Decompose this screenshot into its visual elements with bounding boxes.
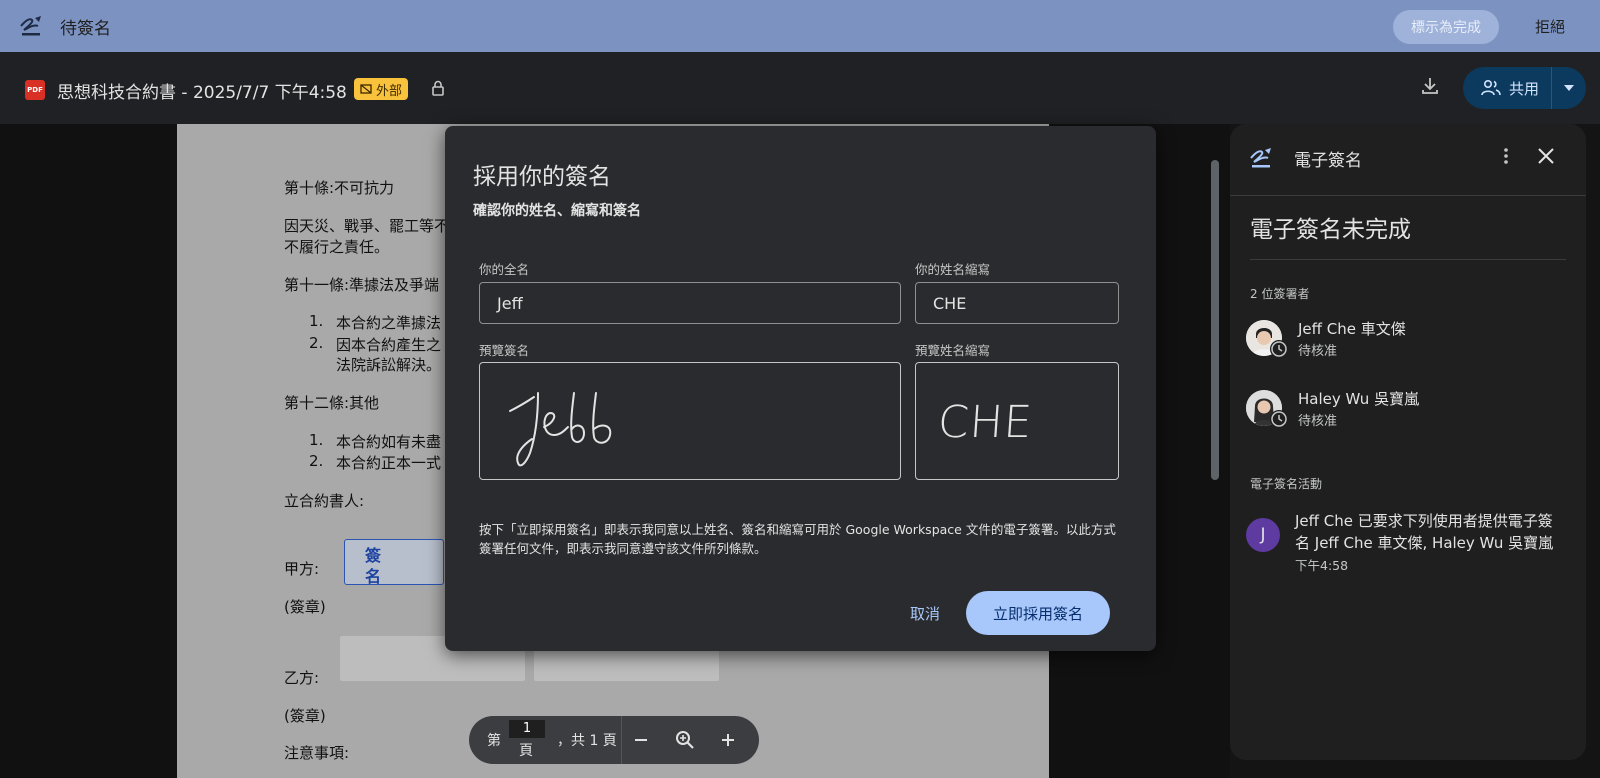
- reject-button[interactable]: 拒絕: [1535, 16, 1565, 37]
- list-number: 2.: [309, 334, 324, 352]
- top-banner: 待簽名 標示為完成 拒絕: [0, 0, 1600, 52]
- parties-heading: 立合約書人:: [284, 492, 365, 510]
- initials-input[interactable]: CHE: [915, 282, 1119, 324]
- consent-text: 按下「立即採用簽名」即表示我同意以上姓名、簽名和縮寫可用於 Google Wor…: [479, 522, 1116, 556]
- handwritten-signature: [509, 392, 612, 467]
- share-button-group: 共用: [1463, 67, 1586, 109]
- page-label-prefix: 第: [487, 733, 501, 749]
- external-badge-label: 外部: [376, 83, 403, 99]
- clause-10-heading: 第十條:不可抗力: [284, 179, 395, 197]
- plus-icon: [722, 734, 734, 746]
- clock-icon: [1270, 410, 1288, 428]
- share-options-button[interactable]: [1552, 67, 1586, 109]
- lock-icon[interactable]: [431, 80, 445, 100]
- close-icon[interactable]: [1536, 146, 1556, 170]
- page-nav-divider: [621, 716, 622, 764]
- zoom-in-icon: [676, 731, 694, 749]
- dialog-subtitle: 確認你的姓名、縮寫和簽名: [473, 203, 641, 219]
- panel-divider: [1230, 195, 1586, 196]
- signature-field[interactable]: 簽 名: [344, 539, 444, 586]
- cancel-button[interactable]: 取消: [897, 595, 953, 631]
- mark-as-done-button[interactable]: 標示為完成: [1393, 10, 1499, 44]
- page-total: ，共 1 頁: [557, 733, 617, 749]
- list-number: 1.: [309, 312, 324, 330]
- download-icon[interactable]: [1420, 76, 1440, 100]
- esignature-panel: 電子簽名 電子簽名未完成 2 位簽署者 Jeff Che 車文傑 待核准 Hal…: [1230, 124, 1586, 760]
- page-number-input[interactable]: 1: [509, 720, 545, 738]
- party-b-seal: (簽章): [284, 707, 326, 725]
- banner-title: 待簽名: [60, 19, 111, 39]
- adopt-signature-button[interactable]: 立即採用簽名: [966, 591, 1110, 635]
- activity-avatar: J: [1246, 518, 1280, 552]
- party-b-label: 乙方:: [284, 669, 320, 687]
- signer-status: 待核准: [1298, 414, 1338, 429]
- dialog-title: 採用你的簽名: [473, 164, 611, 190]
- initials-preview[interactable]: CHE: [915, 362, 1119, 480]
- signature-field-label-2: 名: [365, 567, 382, 586]
- people-icon: [1481, 79, 1501, 96]
- document-title[interactable]: 思想科技合約書 - 2025/7/7 下午4:58: [57, 78, 347, 103]
- activity-time: 下午4:58: [1295, 558, 1349, 573]
- handwritten-initials: CHE: [936, 397, 1035, 448]
- document-header: PDF 思想科技合約書 - 2025/7/7 下午4:58 外部 共用: [0, 52, 1600, 124]
- preview-initials-label: 預覽姓名縮寫: [915, 343, 991, 358]
- clause-11-heading: 第十一條:準據法及爭端: [284, 276, 440, 294]
- notes-heading: 注意事項:: [284, 744, 350, 762]
- signer-item[interactable]: Haley Wu 吳寶嵐 待核准: [1246, 390, 1566, 430]
- clause-12-item-1: 本合約如有未盡: [336, 433, 442, 451]
- minus-icon: [635, 739, 647, 741]
- signer-status: 待核准: [1298, 344, 1338, 359]
- initials-label: 你的姓名縮寫: [915, 262, 991, 277]
- clause-11-item-2-cont: 法院訴訟解決。: [336, 356, 442, 374]
- fullname-label: 你的全名: [479, 262, 530, 277]
- clause-11-item-2: 因本合約產生之: [336, 336, 442, 354]
- signer-item[interactable]: Jeff Che 車文傑 待核准: [1246, 320, 1566, 360]
- caret-down-icon: [1564, 85, 1574, 91]
- adopt-signature-dialog: 採用你的簽名 確認你的姓名、縮寫和簽名 你的全名 Jeff 你的姓名縮寫 CHE…: [445, 126, 1156, 651]
- document-scrollbar[interactable]: [1211, 160, 1219, 480]
- page-label-suffix: 頁: [519, 743, 533, 759]
- list-number: 2.: [309, 452, 324, 470]
- clause-12-item-2: 本合約正本一式: [336, 454, 442, 472]
- pdf-icon: PDF: [25, 80, 45, 100]
- more-vert-icon[interactable]: [1496, 146, 1516, 170]
- share-label: 共用: [1509, 79, 1540, 98]
- clock-icon: [1270, 340, 1288, 358]
- panel-title: 電子簽名: [1294, 151, 1362, 171]
- zoom-in-button[interactable]: [716, 728, 740, 752]
- zoom-fit-button[interactable]: [673, 728, 697, 752]
- external-icon: [360, 84, 372, 94]
- page-navigation: 第 1 頁 ，共 1 頁: [469, 716, 759, 764]
- activity-text: Jeff Che 已要求下列使用者提供電子簽名 Jeff Che 車文傑, Ha…: [1295, 512, 1554, 552]
- list-number: 1.: [309, 431, 324, 449]
- panel-divider: [1250, 259, 1566, 260]
- preview-signature-label: 預覽簽名: [479, 343, 530, 358]
- clause-11-item-1: 本合約之準據法: [336, 314, 442, 332]
- fullname-input[interactable]: Jeff: [479, 282, 901, 324]
- signers-heading: 2 位簽署者: [1250, 287, 1310, 301]
- signer-name: Jeff Che 車文傑: [1298, 320, 1406, 338]
- clause-12-heading: 第十二條:其他: [284, 394, 380, 412]
- share-button[interactable]: 共用: [1463, 67, 1551, 109]
- signature-status: 電子簽名未完成: [1250, 217, 1411, 243]
- activity-heading: 電子簽名活動: [1250, 477, 1323, 491]
- party-a-seal: (簽章): [284, 598, 326, 616]
- signature-icon: [18, 14, 44, 38]
- signer-name: Haley Wu 吳寶嵐: [1298, 390, 1420, 408]
- clause-10-text-2: 不履行之責任。: [284, 238, 390, 256]
- signature-icon: [1248, 146, 1274, 174]
- party-a-label: 甲方:: [284, 560, 320, 578]
- clause-10-text-1: 因天災、戰爭、罷工等不: [284, 217, 450, 235]
- external-badge[interactable]: 外部: [354, 78, 409, 100]
- zoom-out-button[interactable]: [629, 728, 653, 752]
- signature-preview[interactable]: [479, 362, 901, 480]
